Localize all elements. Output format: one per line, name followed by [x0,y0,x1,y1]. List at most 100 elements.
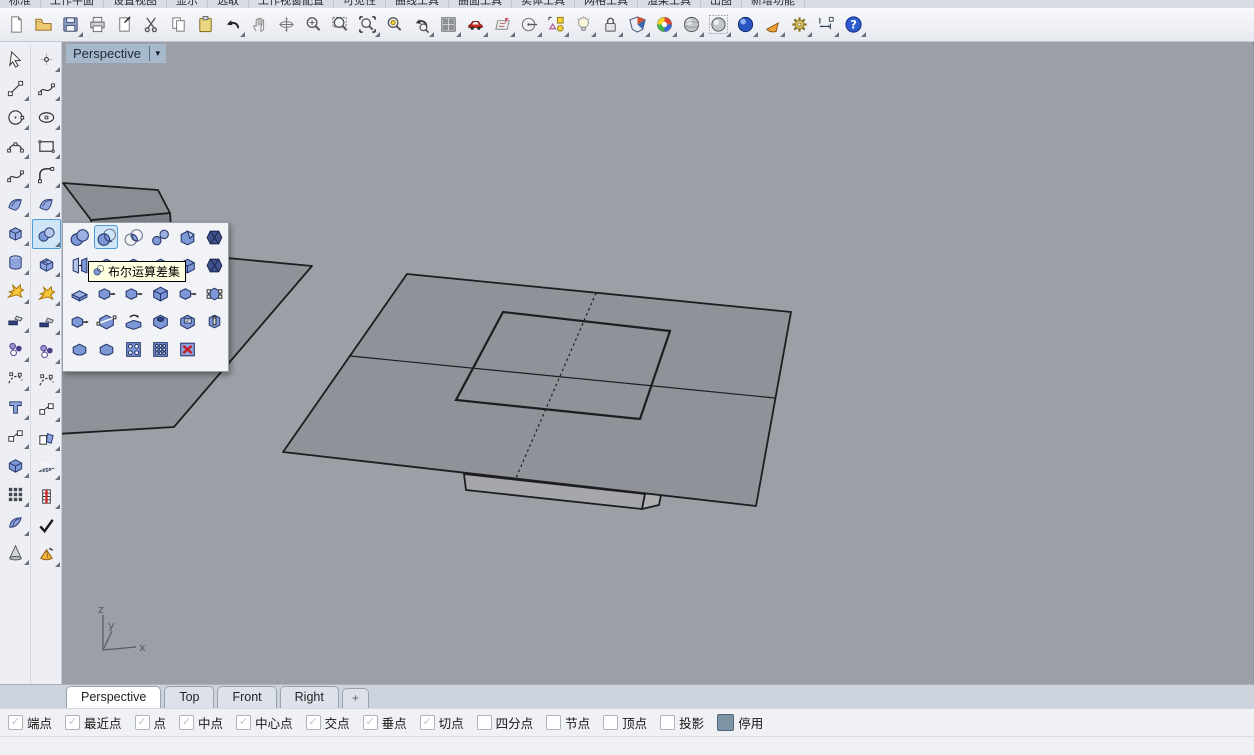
viewport-tab-perspective[interactable]: Perspective [66,686,161,708]
osnap-checkbox-投影[interactable] [660,715,675,730]
viewport-tab-right[interactable]: Right [280,686,339,708]
array-holes-icon[interactable] [121,337,145,361]
toolbar-tab-标准[interactable]: 标准 [0,0,41,8]
toolbar-tab-实体工具[interactable]: 实体工具 [512,0,575,8]
boolean-difference-icon[interactable] [94,225,118,249]
properties-icon[interactable] [111,10,138,39]
viewport-title-dropdown-icon[interactable]: ▼ [154,49,162,58]
dimension-icon[interactable] [813,10,840,39]
grid-holes-icon[interactable] [148,337,172,361]
osnap-中点[interactable]: 中点 [179,713,223,732]
osnap-点[interactable]: 点 [135,713,167,732]
cage-edit-icon[interactable] [202,281,226,305]
ghosted-viewport-icon[interactable] [705,10,732,39]
named-view-icon[interactable] [462,10,489,39]
shaded-viewport-icon[interactable] [678,10,705,39]
move-face-boundary-icon[interactable] [175,281,199,305]
slab-icon[interactable] [67,281,91,305]
add-viewport-tab-button[interactable]: + [342,688,369,708]
rendered-viewport-icon[interactable] [732,10,759,39]
fillet-curve-icon[interactable] [33,161,60,189]
osnap-交点[interactable]: 交点 [306,713,350,732]
toolbar-tab-工作平面[interactable]: 工作平面 [41,0,104,8]
pan-view-icon[interactable] [246,10,273,39]
undo-view-change-icon[interactable] [408,10,435,39]
toolbar-tab-网格工具[interactable]: 网格工具 [575,0,638,8]
options-gear-icon[interactable] [786,10,813,39]
osnap-端点[interactable]: 端点 [8,713,52,732]
boolean-intersection-icon[interactable] [121,225,145,249]
move-face-icon[interactable] [121,281,145,305]
patch-surface-icon[interactable] [33,190,60,218]
viewport-tab-top[interactable]: Top [164,686,214,708]
osnap-checkbox-交点[interactable] [306,715,321,730]
osnap-disable-box[interactable] [717,714,734,731]
copy-icon[interactable] [165,10,192,39]
move-edge-icon[interactable] [67,309,91,333]
osnap-disable[interactable]: 停用 [717,713,763,732]
extrude-icon[interactable] [2,393,29,421]
print-icon[interactable] [84,10,111,39]
delete-hole-icon[interactable] [175,337,199,361]
delete-eraser-icon[interactable] [33,540,60,568]
polyline-tool-icon[interactable] [2,161,29,189]
solid-cube-icon[interactable] [2,451,29,479]
rebuild-curve-icon[interactable] [33,366,60,394]
flatten-tool-icon[interactable] [33,308,60,336]
osnap-checkbox-点[interactable] [135,715,150,730]
arc-tool-icon[interactable] [2,132,29,160]
new-file-icon[interactable] [3,10,30,39]
pipe-hole-icon[interactable] [202,309,226,333]
undo-icon[interactable] [219,10,246,39]
cone-tool-icon[interactable] [2,538,29,566]
explode-burst-icon[interactable] [33,279,60,307]
viewport-tab-front[interactable]: Front [217,686,276,708]
osnap-节点[interactable]: 节点 [546,713,590,732]
text-hole-icon[interactable] [175,309,199,333]
osnap-checkbox-垂点[interactable] [363,715,378,730]
osnap-顶点[interactable]: 顶点 [603,713,647,732]
cplane-map-icon[interactable] [489,10,516,39]
osnap-checkbox-顶点[interactable] [603,715,618,730]
zoom-dynamic-icon[interactable] [300,10,327,39]
zoom-window-icon[interactable] [327,10,354,39]
center-plane[interactable] [283,274,791,506]
zoom-selected-icon[interactable] [381,10,408,39]
toolbar-tab-曲面工具[interactable]: 曲面工具 [449,0,512,8]
explode-icon[interactable] [2,277,29,305]
lock-objects-icon[interactable] [597,10,624,39]
toolbar-tab-出图[interactable]: 出图 [701,0,742,8]
toolbar-tab-设置视图[interactable]: 设置视图 [104,0,167,8]
revolve-hole-icon[interactable] [94,337,118,361]
osnap-四分点[interactable]: 四分点 [477,713,534,732]
color-wheel-icon[interactable] [651,10,678,39]
osnap-checkbox-最近点[interactable] [65,715,80,730]
toolbar-tab-曲线工具[interactable]: 曲线工具 [386,0,449,8]
hide-objects-icon[interactable] [570,10,597,39]
toolbar-tab-渲染工具[interactable]: 渲染工具 [638,0,701,8]
osnap-checkbox-四分点[interactable] [477,715,492,730]
trim-hammer-icon[interactable] [2,306,29,334]
extrude-face-icon[interactable] [94,281,118,305]
grid-array-icon[interactable] [2,480,29,508]
osnap-checkbox-中点[interactable] [179,715,194,730]
help-icon[interactable]: ? [840,10,867,39]
line-tool-icon[interactable] [2,74,29,102]
point-cloud-icon[interactable] [2,335,29,363]
block-tool-icon[interactable] [33,482,60,510]
offset-face-icon[interactable] [148,281,172,305]
extrude-surface-icon[interactable] [33,453,60,481]
left-box-top[interactable] [63,183,170,220]
osnap-checkbox-节点[interactable] [546,715,561,730]
four-viewports-icon[interactable] [435,10,462,39]
open-file-icon[interactable] [30,10,57,39]
save-file-icon[interactable] [57,10,84,39]
rotate-view-icon[interactable] [273,10,300,39]
osnap-投影[interactable]: 投影 [660,713,704,732]
viewport-title[interactable]: Perspective ▼ [66,44,166,63]
cylinder-tool-icon[interactable] [2,248,29,276]
toolbar-tab-可见性[interactable]: 可见性 [334,0,386,8]
box-tool-icon[interactable] [2,219,29,247]
render-cone-icon[interactable] [759,10,786,39]
corner-box-icon[interactable] [67,337,91,361]
